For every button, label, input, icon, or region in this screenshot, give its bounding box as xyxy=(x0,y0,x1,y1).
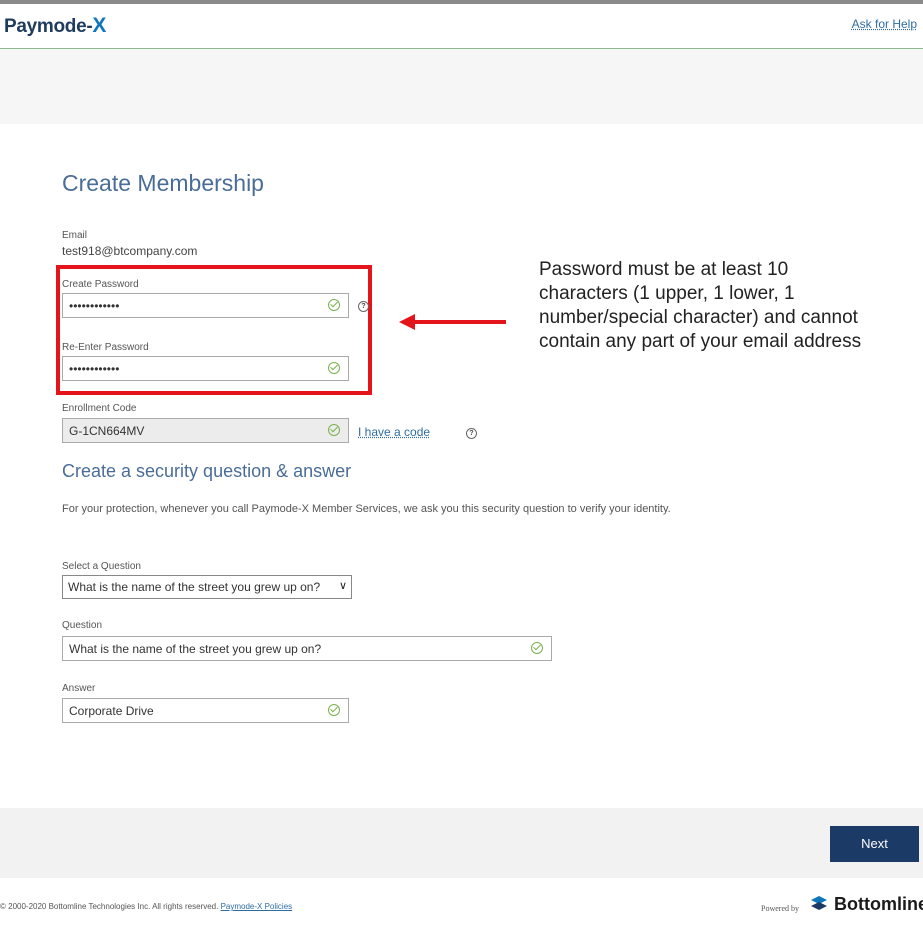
i-have-a-code-link[interactable]: I have a code xyxy=(358,425,430,439)
create-password-label: Create Password xyxy=(62,279,139,290)
next-button[interactable]: Next xyxy=(830,826,919,862)
copyright-text: © 2000-2020 Bottomline Technologies Inc.… xyxy=(0,902,292,911)
enrollment-code-field: G-1CN664MV xyxy=(62,418,349,443)
question-circle-icon[interactable]: ? xyxy=(358,301,369,312)
password-rule-note: Password must be at least 10 characters … xyxy=(539,259,862,352)
check-circle-icon xyxy=(328,704,340,716)
email-label: Email xyxy=(62,230,88,241)
header-band xyxy=(0,49,923,124)
select-question-value: What is the name of the street you grew … xyxy=(68,580,321,594)
enrollment-code-value: G-1CN664MV xyxy=(69,424,145,438)
reenter-password-field[interactable]: •••••••••••• xyxy=(62,356,349,381)
security-section-title: Create a security question & answer xyxy=(62,461,352,481)
question-label: Question xyxy=(62,620,103,631)
reenter-password-label: Re-Enter Password xyxy=(62,342,149,353)
answer-field[interactable]: Corporate Drive xyxy=(62,698,349,723)
question-field[interactable]: What is the name of the street you grew … xyxy=(62,636,552,661)
logo-text: Paymode- xyxy=(4,16,93,37)
check-circle-icon xyxy=(328,424,340,436)
create-password-value: •••••••••••• xyxy=(69,299,120,313)
bottomline-logo-icon xyxy=(811,896,827,910)
enrollment-code-label: Enrollment Code xyxy=(62,403,137,414)
ask-for-help-link[interactable]: Ask for Help xyxy=(852,17,917,31)
check-circle-icon xyxy=(531,642,543,654)
select-question-label: Select a Question xyxy=(62,561,141,572)
paymode-x-logo: Paymode-X xyxy=(4,14,106,38)
answer-value: Corporate Drive xyxy=(69,704,154,718)
powered-by-label: Powered by xyxy=(761,904,799,913)
email-value: test918@btcompany.com xyxy=(62,244,198,258)
header: Paymode-X Ask for Help xyxy=(0,4,923,49)
create-password-field[interactable]: •••••••••••• xyxy=(62,293,349,318)
select-question-dropdown[interactable]: What is the name of the street you grew … xyxy=(62,575,352,599)
page-title: Create Membership xyxy=(62,170,264,196)
bottomline-brand: Bottomline xyxy=(834,894,923,914)
reenter-password-value: •••••••••••• xyxy=(69,362,120,376)
policies-link[interactable]: Paymode-X Policies xyxy=(221,902,293,911)
logo-x: X xyxy=(92,14,107,37)
question-value: What is the name of the street you grew … xyxy=(69,642,322,656)
answer-label: Answer xyxy=(62,683,96,694)
question-circle-icon[interactable]: ? xyxy=(466,428,477,439)
security-description: For your protection, whenever you call P… xyxy=(62,503,671,515)
copyright-label: © 2000-2020 Bottomline Technologies Inc.… xyxy=(0,902,219,911)
check-circle-icon xyxy=(328,299,340,311)
arrow-line xyxy=(412,320,506,324)
check-circle-icon xyxy=(328,362,340,374)
action-bar xyxy=(0,808,923,878)
chevron-down-icon: ∨ xyxy=(338,580,347,592)
